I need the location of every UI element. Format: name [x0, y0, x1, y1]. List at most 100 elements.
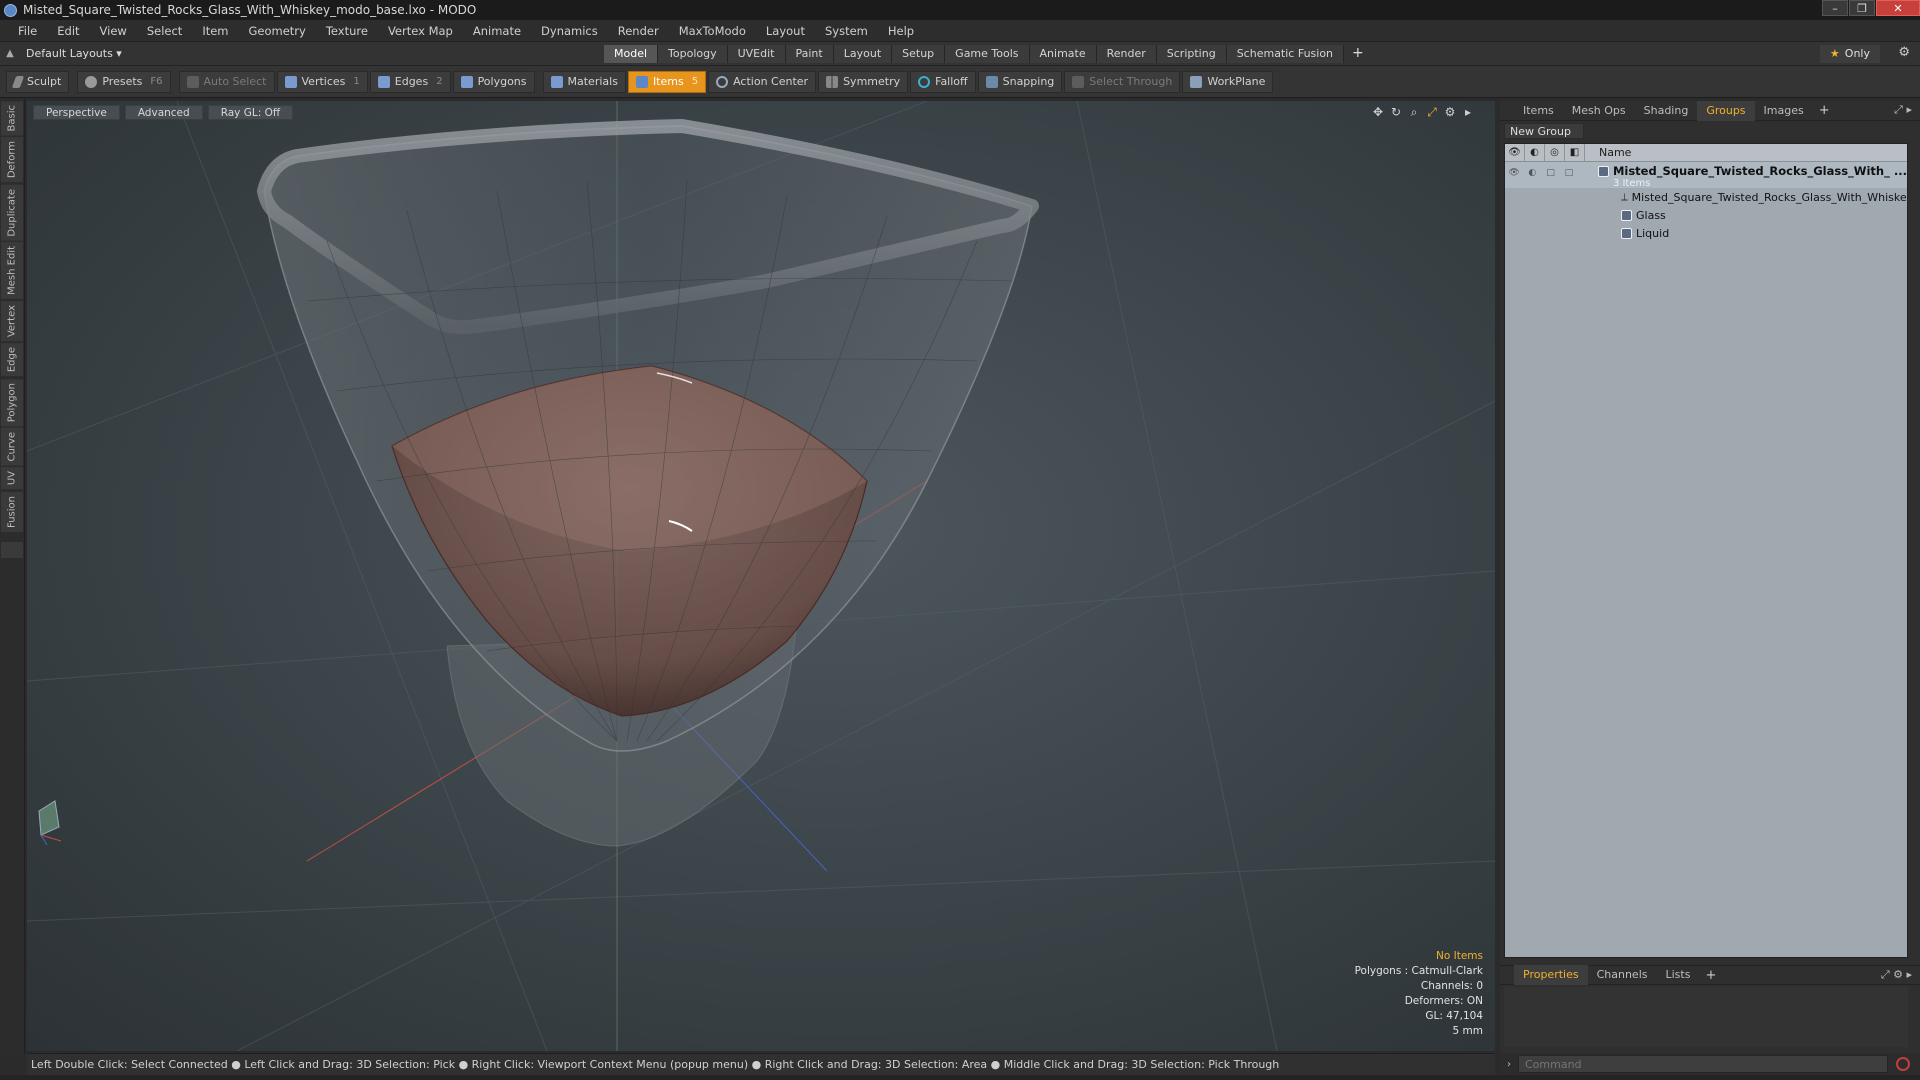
expand-panel-icon[interactable]: ⤢ ▸: [1894, 103, 1912, 117]
edges-button[interactable]: Edges 2: [369, 70, 451, 93]
menu-texture[interactable]: Texture: [316, 24, 378, 38]
command-input[interactable]: [1518, 1055, 1888, 1073]
vtab-polygon[interactable]: Polygon: [1, 378, 23, 426]
vtab-vertex[interactable]: Vertex: [1, 301, 23, 342]
tab-shading[interactable]: Shading: [1635, 101, 1698, 121]
tab-lists[interactable]: Lists: [1657, 965, 1700, 985]
maximize-button[interactable]: ❐: [1849, 0, 1875, 16]
auto-select-button[interactable]: Auto Select: [178, 70, 275, 93]
items-button[interactable]: Items 5: [627, 70, 707, 93]
vtab-deform[interactable]: Deform: [1, 137, 23, 183]
maximize-view-icon[interactable]: ⤢: [1423, 105, 1441, 120]
gear-icon[interactable]: ⚙: [1898, 45, 1910, 60]
tab-game-tools[interactable]: Game Tools: [945, 45, 1030, 63]
menu-maxtomodo[interactable]: MaxToModo: [669, 24, 756, 38]
tab-setup[interactable]: Setup: [892, 45, 946, 63]
vertices-button[interactable]: Vertices 1: [276, 70, 368, 93]
vtab-duplicate[interactable]: Duplicate: [1, 184, 23, 241]
tab-scripting[interactable]: Scripting: [1156, 45, 1227, 63]
presets-button[interactable]: Presets F6: [77, 70, 171, 93]
symmetry-button[interactable]: Symmetry: [818, 70, 909, 93]
new-group-button[interactable]: New Group: [1504, 123, 1584, 139]
minimize-button[interactable]: –: [1822, 0, 1848, 16]
tab-properties[interactable]: Properties: [1514, 965, 1588, 985]
list-item[interactable]: Glass: [1505, 206, 1907, 224]
properties-expand-icon[interactable]: ⤢ ⚙ ▸: [1881, 968, 1912, 982]
tool-bar: Sculpt Presets F6 Auto Select Vertices 1 E…: [0, 66, 1920, 98]
viewport-settings-icon[interactable]: ⚙: [1441, 105, 1459, 120]
menu-system[interactable]: System: [815, 24, 878, 38]
menu-file[interactable]: File: [8, 24, 47, 38]
tab-items[interactable]: Items: [1514, 101, 1563, 121]
menu-geometry[interactable]: Geometry: [239, 24, 316, 38]
3d-viewport[interactable]: Perspective Advanced Ray GL: Off ✥ ↻ ⌕ ⤢…: [27, 101, 1495, 1051]
falloff-button[interactable]: Falloff: [910, 70, 976, 93]
add-tab-icon[interactable]: +: [1344, 45, 1372, 63]
vtab-fusion[interactable]: Fusion: [1, 491, 23, 532]
menu-item[interactable]: Item: [192, 24, 238, 38]
tab-paint[interactable]: Paint: [785, 45, 834, 63]
menu-help[interactable]: Help: [878, 24, 924, 38]
sculpt-button[interactable]: Sculpt: [6, 70, 70, 93]
polygons-button[interactable]: Polygons: [452, 70, 535, 93]
vtab-curve[interactable]: Curve: [1, 427, 23, 466]
materials-button[interactable]: Materials: [542, 70, 626, 93]
tab-images[interactable]: Images: [1755, 101, 1813, 121]
lock-toggle-icon[interactable]: □: [1541, 164, 1559, 182]
action-center-button[interactable]: Action Center: [708, 70, 817, 93]
snapping-button[interactable]: Snapping: [977, 70, 1063, 93]
close-button[interactable]: ✕: [1876, 0, 1920, 16]
select-toggle-icon[interactable]: □: [1560, 164, 1578, 182]
shading-button[interactable]: Advanced: [124, 105, 203, 120]
tab-layout[interactable]: Layout: [833, 45, 893, 63]
edges-count: 2: [436, 76, 443, 87]
tab-schematic-fusion[interactable]: Schematic Fusion: [1226, 45, 1345, 63]
render-toggle-icon[interactable]: ◐: [1523, 164, 1541, 182]
vtab-uv[interactable]: UV: [1, 467, 23, 490]
select-col-icon[interactable]: ◧: [1565, 144, 1585, 162]
menu-view[interactable]: View: [90, 24, 137, 38]
tab-uvedit[interactable]: UVEdit: [727, 45, 786, 63]
vtab-mesh-edit[interactable]: Mesh Edit: [1, 242, 23, 300]
raygl-button[interactable]: Ray GL: Off: [207, 105, 294, 120]
vtab-extra[interactable]: [1, 541, 23, 558]
menu-animate[interactable]: Animate: [463, 24, 531, 38]
layout-dropdown[interactable]: Default Layouts ▾: [20, 47, 128, 60]
select-through-button[interactable]: Select Through: [1064, 70, 1181, 93]
vtab-basic[interactable]: Basic: [1, 101, 23, 136]
visibility-toggle-icon[interactable]: 👁: [1505, 164, 1523, 182]
tab-groups[interactable]: Groups: [1697, 100, 1755, 121]
collapse-up-icon[interactable]: ▲: [0, 48, 20, 59]
name-column-header[interactable]: Name: [1585, 146, 1631, 159]
tab-model[interactable]: Model: [604, 45, 659, 63]
viewport-menu-arrow-icon[interactable]: ▸: [1459, 105, 1477, 120]
tab-topology[interactable]: Topology: [658, 45, 728, 63]
vtab-edge[interactable]: Edge: [1, 343, 23, 377]
pan-icon[interactable]: ✥: [1369, 105, 1387, 120]
group-row[interactable]: 👁 ◐ □ □ Misted_Square_Twisted_Rocks_Glas…: [1505, 162, 1907, 189]
tab-channels[interactable]: Channels: [1588, 965, 1657, 985]
tab-mesh-ops[interactable]: Mesh Ops: [1563, 101, 1635, 121]
tab-animate[interactable]: Animate: [1029, 45, 1097, 63]
vertices-icon: [284, 75, 297, 88]
menu-layout[interactable]: Layout: [756, 24, 815, 38]
visibility-col-icon[interactable]: 👁: [1505, 144, 1525, 162]
rotate-icon[interactable]: ↻: [1387, 105, 1405, 120]
add-properties-tab-icon[interactable]: +: [1699, 968, 1722, 983]
menu-render[interactable]: Render: [608, 24, 669, 38]
list-item[interactable]: ⟂ Misted_Square_Twisted_Rocks_Glass_With_…: [1505, 188, 1907, 206]
workplane-button[interactable]: WorkPlane: [1182, 70, 1274, 93]
menu-dynamics[interactable]: Dynamics: [531, 24, 608, 38]
command-stop-icon[interactable]: [1896, 1057, 1910, 1071]
lock-col-icon[interactable]: ◎: [1545, 144, 1565, 162]
menu-select[interactable]: Select: [137, 24, 192, 38]
list-item[interactable]: Liquid: [1505, 224, 1907, 242]
add-panel-tab-icon[interactable]: +: [1813, 103, 1836, 118]
render-col-icon[interactable]: ◐: [1525, 144, 1545, 162]
tab-render[interactable]: Render: [1096, 45, 1157, 63]
only-button[interactable]: ★ Only: [1819, 45, 1880, 63]
menu-edit[interactable]: Edit: [47, 24, 89, 38]
view-mode-button[interactable]: Perspective: [33, 105, 120, 120]
menu-vertex-map[interactable]: Vertex Map: [378, 24, 463, 38]
zoom-icon[interactable]: ⌕: [1405, 105, 1423, 120]
